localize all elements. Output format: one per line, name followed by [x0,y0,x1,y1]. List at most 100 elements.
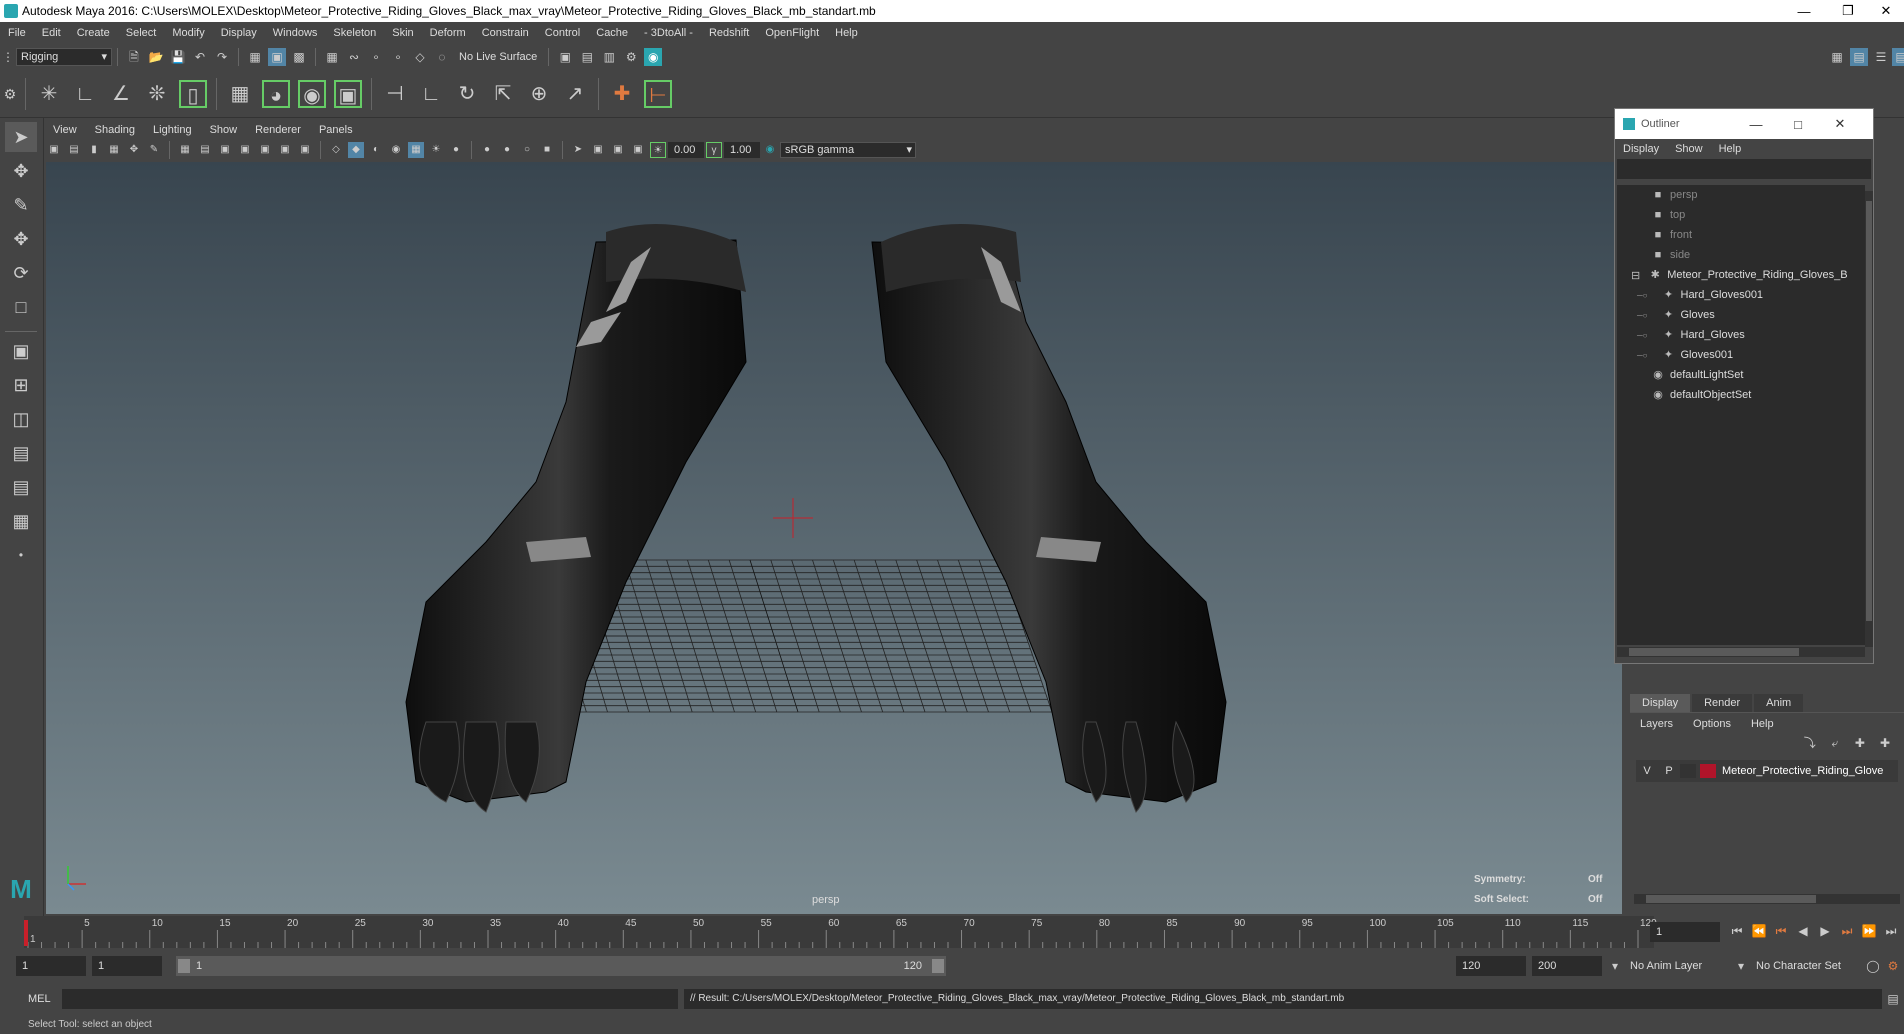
outliner-menu-show[interactable]: Show [1667,143,1711,155]
snap-view-icon[interactable]: ∘ [389,48,407,66]
layer-menu-help[interactable]: Help [1741,718,1784,730]
layer-menu-layers[interactable]: Layers [1630,718,1683,730]
menu-windows[interactable]: Windows [265,27,326,39]
layer-playback-toggle[interactable]: P [1658,765,1680,777]
modeling-toolkit-icon[interactable]: ▦ [1828,48,1846,66]
textured-icon[interactable]: ▦ [408,142,424,158]
use-lights-icon[interactable]: ☀ [428,142,444,158]
outliner-item[interactable]: ◉ defaultLightSet [1617,365,1865,385]
go-to-start-icon[interactable]: ⏮ [1728,922,1746,940]
collapse-icon[interactable]: ⊟ [1631,269,1640,282]
layout-persp-icon[interactable]: ▦ [5,506,37,536]
exposure-field[interactable]: 0.00 [668,142,704,158]
menu-skeleton[interactable]: Skeleton [325,27,384,39]
joint-tool-icon[interactable]: ✳ [35,80,63,108]
save-scene-icon[interactable]: 💾 [169,48,187,66]
scroll-thumb[interactable] [1646,895,1816,903]
snap-curve-icon[interactable]: ∾ [345,48,363,66]
live-surface-label[interactable]: No Live Surface [459,51,537,63]
play-forwards-icon[interactable]: ▶ [1816,922,1834,940]
right-glove-model[interactable] [871,224,1227,813]
locator-icon[interactable]: ✚ [608,80,636,108]
paint-select-icon[interactable]: ✎ [5,190,37,220]
snap-point-icon[interactable]: ∘ [367,48,385,66]
layout-more-icon[interactable]: • [5,540,37,570]
layout-single-icon[interactable]: ▣ [5,336,37,366]
field-chart-icon[interactable]: ▣ [257,142,273,158]
depth-of-field-icon[interactable]: ■ [539,142,555,158]
go-to-end-icon[interactable]: ⏭ [1882,922,1900,940]
render-settings-icon[interactable]: ⚙ [622,48,640,66]
outliner-vscrollbar[interactable] [1865,191,1873,647]
snap-live-icon[interactable]: ◌ [433,48,451,66]
layer-hscrollbar[interactable] [1634,894,1900,904]
chevron-down-icon[interactable]: ▾ [1606,957,1624,975]
outliner-item[interactable]: ■ front [1617,225,1865,245]
menu-display[interactable]: Display [213,27,265,39]
rotate-tool-icon[interactable]: ⟳ [5,258,37,288]
select-hierarchy-icon[interactable]: ▦ [246,48,264,66]
layer-menu-options[interactable]: Options [1683,718,1741,730]
viewport-menu-view[interactable]: View [44,124,86,136]
lasso-tool-icon[interactable]: ✥ [5,156,37,186]
anti-aliasing-icon[interactable]: ○ [519,142,535,158]
orient-constraint-icon[interactable]: ↻ [453,80,481,108]
mode-dropdown[interactable]: Rigging ▾ [16,48,112,66]
color-space-dropdown[interactable]: sRGB gamma ▾ [780,142,916,158]
viewport-menu-shading[interactable]: Shading [86,124,144,136]
collapse-handle-icon[interactable]: ⋮ [2,48,14,66]
aim-constraint-icon[interactable]: ∟ [417,80,445,108]
set-driven-key-icon[interactable]: ⊢ [644,79,672,108]
menu-control[interactable]: Control [537,27,588,39]
ipr-render-icon[interactable]: ▥ [600,48,618,66]
select-tool-icon[interactable]: ➤ [5,122,37,152]
command-language-label[interactable]: MEL [28,993,51,1005]
point-constraint-icon[interactable]: ⊣ [381,80,409,108]
playback-start-field[interactable]: 1 [92,956,162,976]
mirror-joint-icon[interactable]: ▯ [179,79,207,108]
outliner-item[interactable]: ■ persp [1617,185,1865,205]
layer-type-toggle[interactable] [1680,764,1696,778]
insert-joint-icon[interactable]: ❊ [143,80,171,108]
scroll-thumb[interactable] [1629,648,1799,656]
viewport-menu-lighting[interactable]: Lighting [144,124,201,136]
safe-action-icon[interactable]: ▣ [277,142,293,158]
render-view-icon[interactable]: ▣ [556,48,574,66]
menu-redshift[interactable]: Redshift [701,27,757,39]
step-back-key-icon[interactable]: ⏮ [1772,922,1790,940]
anim-layer-dropdown[interactable]: No Anim Layer [1624,956,1744,976]
safe-title-icon[interactable]: ▣ [297,142,313,158]
layer-name[interactable]: Meteor_Protective_Riding_Glove [1722,765,1883,777]
tab-display[interactable]: Display [1630,694,1691,712]
menu-file[interactable]: File [0,27,34,39]
layout-four-icon[interactable]: ⊞ [5,370,37,400]
image-plane-icon[interactable]: ▦ [106,142,122,158]
outliner-titlebar[interactable]: Outliner — □ ✕ [1615,109,1873,139]
menu-3dtoall[interactable]: - 3DtoAll - [636,27,701,39]
exposure-icon[interactable]: ☀ [650,142,666,158]
outliner-menu-help[interactable]: Help [1711,143,1750,155]
grease-pencil-icon[interactable]: ✎ [146,142,162,158]
resolution-gate-icon[interactable]: ▣ [217,142,233,158]
menu-cache[interactable]: Cache [588,27,636,39]
menu-constrain[interactable]: Constrain [474,27,537,39]
motion-blur-icon[interactable]: ● [499,142,515,158]
chevron-down-icon[interactable]: ▾ [1732,957,1750,975]
step-forward-key-icon[interactable]: ⏭ [1838,922,1856,940]
undo-icon[interactable]: ↶ [191,48,209,66]
bind-skin-icon[interactable]: ▦ [226,80,254,108]
grid-toggle-icon[interactable]: ▦ [177,142,193,158]
menu-skin[interactable]: Skin [384,27,421,39]
auto-key-icon[interactable]: ◯ [1864,957,1882,975]
time-slider[interactable]: 1 5 10 15 20 25 30 35 40 45 50 55 60 65 70 75 80 85 90 95 10… [0,916,1904,948]
maximize-icon[interactable]: □ [1777,109,1819,139]
outliner-item[interactable]: ■ side [1617,245,1865,265]
cluster-icon[interactable]: ▣ [334,79,362,108]
parent-constraint-icon[interactable]: ⊕ [525,80,553,108]
bookmark-icon[interactable]: ▮ [86,142,102,158]
outliner-item[interactable]: ⊟ ✱ Meteor_Protective_Riding_Gloves_B [1617,265,1865,285]
new-layer-icon[interactable]: ✚ [1851,734,1869,752]
close-icon[interactable]: ✕ [1866,0,1904,22]
menu-openflight[interactable]: OpenFlight [757,27,827,39]
default-lighting-icon[interactable]: ◐ [368,142,384,158]
